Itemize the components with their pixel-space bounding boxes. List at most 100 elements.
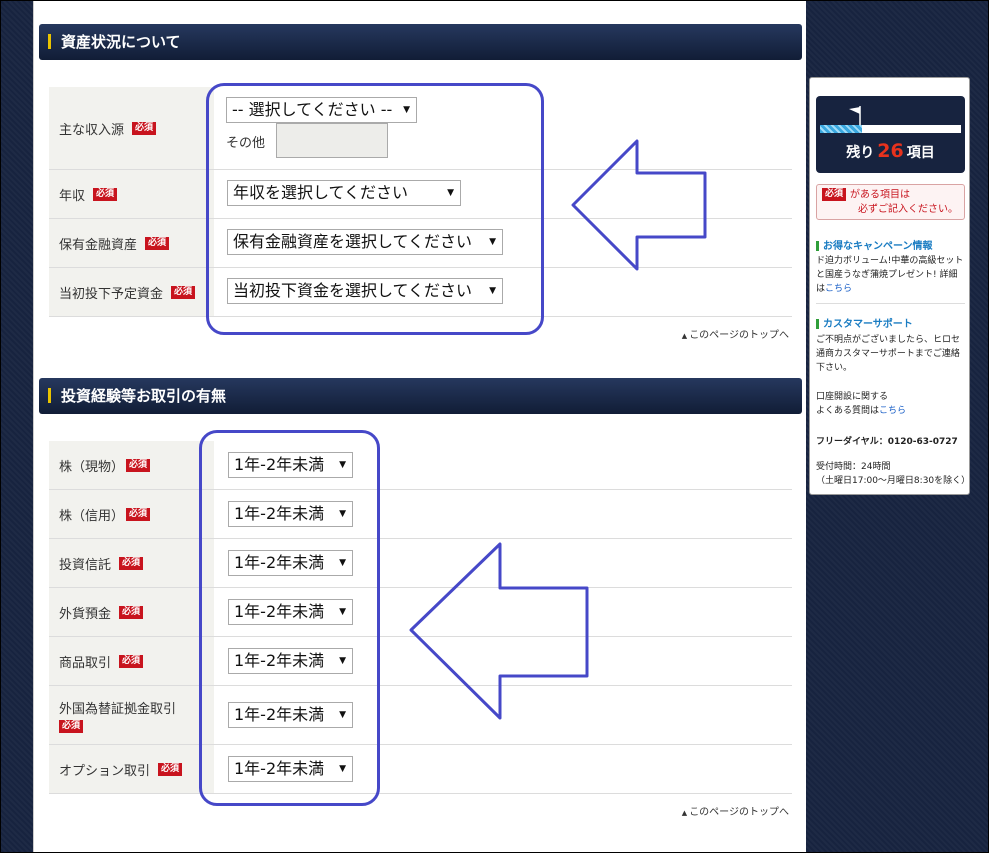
up-triangle-icon: ▲ [681, 332, 688, 340]
required-badge: 必須 [158, 762, 183, 776]
form-row-financial-assets: 保有金融資産 必須 保有金融資産を選択してください ▼ [49, 219, 792, 268]
field-label: 株（信用） 必須 [49, 490, 214, 538]
dropdown-arrow-icon: ▼ [489, 286, 496, 296]
required-badge: 必須 [119, 556, 144, 570]
required-badge: 必須 [126, 458, 151, 472]
foreign-deposit-select[interactable]: 1年-2年未満 ▼ [228, 599, 353, 625]
required-badge: 必須 [822, 188, 847, 201]
label-text: 当初投下予定資金 [59, 286, 164, 302]
dropdown-arrow-icon: ▼ [339, 558, 346, 568]
required-badge: 必須 [126, 507, 151, 521]
required-note-line1: がある項目は [850, 189, 911, 201]
field-label: 投資信託 必須 [49, 539, 214, 587]
page-top-text: このページのトップへ [689, 330, 789, 341]
options-select[interactable]: 1年-2年未満 ▼ [228, 756, 353, 782]
header-accent-bar [48, 34, 51, 49]
other-income-input[interactable] [276, 123, 388, 158]
form-row-investment-trust: 投資信託 必須 1年-2年未満 ▼ [49, 539, 792, 588]
form-row-options: オプション取引 必須 1年-2年未満 ▼ [49, 745, 792, 794]
campaign-text: ド迫力ボリューム!中華の高級セットと国産うなぎ蒲焼プレゼント! 詳細はこちら [816, 254, 966, 296]
required-badge: 必須 [93, 187, 118, 201]
dropdown-arrow-icon: ▼ [339, 710, 346, 720]
label-text: 保有金融資産 [59, 237, 138, 253]
select-value: 1年-2年未満 [234, 504, 325, 523]
heading-mark [816, 241, 819, 251]
select-value: 1年-2年未満 [234, 553, 325, 572]
financial-assets-select[interactable]: 保有金融資産を選択してください ▼ [227, 229, 503, 255]
remaining-count: 残り 26 項目 [816, 140, 965, 162]
select-value: 当初投下資金を選択してください [233, 281, 473, 300]
field-label: 外貨預金 必須 [49, 588, 214, 636]
other-label: その他 [226, 136, 266, 151]
required-badge: 必須 [171, 285, 196, 299]
form-row-foreign-deposit: 外貨預金 必須 1年-2年未満 ▼ [49, 588, 792, 637]
field-label: 保有金融資産 必須 [49, 219, 214, 267]
label-text: 外貨預金 [59, 606, 112, 622]
select-value: 1年-2年未満 [234, 602, 325, 621]
dropdown-arrow-icon: ▼ [447, 188, 454, 198]
main-content: 資産状況について 主な収入源 必須 -- 選択してください -- ▼ その他 年… [33, 0, 806, 853]
dropdown-arrow-icon: ▼ [339, 764, 346, 774]
label-text: 主な収入源 [59, 122, 125, 138]
faq-link[interactable]: こちら [879, 406, 906, 416]
select-value: 保有金融資産を選択してください [233, 232, 473, 251]
faq-text: 口座開設に関する よくある質問はこちら [816, 390, 966, 418]
faq-body: 口座開設に関する よくある質問は [816, 392, 889, 416]
page-top-link[interactable]: ▲ このページのトップへ [682, 326, 789, 341]
stock-cash-select[interactable]: 1年-2年未満 ▼ [228, 452, 353, 478]
dropdown-arrow-icon: ▼ [339, 607, 346, 617]
sidebar-panel: 残り 26 項目 必須 がある項目は 必ずご記入ください。 お得なキャンペーン情報 ド… [809, 77, 970, 495]
select-value: 1年-2年未満 [234, 651, 325, 670]
commodity-trading-select[interactable]: 1年-2年未満 ▼ [228, 648, 353, 674]
select-value: 年収を選択してください [233, 183, 409, 202]
stock-margin-select[interactable]: 1年-2年未満 ▼ [228, 501, 353, 527]
fx-margin-select[interactable]: 1年-2年未満 ▼ [228, 702, 353, 728]
progress-box: 残り 26 項目 [816, 96, 965, 173]
free-dial: フリーダイヤル：0120-63-0727 [816, 437, 958, 447]
field-label: 年収 必須 [49, 170, 214, 218]
required-note: 必須 がある項目は 必ずご記入ください。 [816, 184, 965, 220]
business-hours: 受付時間：24時間 [816, 462, 891, 472]
campaign-link[interactable]: こちら [825, 284, 852, 294]
support-heading: カスタマーサポート [816, 315, 913, 330]
form-row-stock-cash: 株（現物） 必須 1年-2年未満 ▼ [49, 441, 792, 490]
required-note-line2: 必ずご記入ください。 [858, 203, 958, 215]
section-header-assets: 資産状況について [39, 24, 802, 60]
income-source-select[interactable]: -- 選択してください -- ▼ [226, 97, 417, 123]
required-badge: 必須 [59, 719, 84, 733]
select-value: 1年-2年未満 [234, 705, 325, 724]
label-text: オプション取引 [59, 763, 151, 779]
investment-trust-select[interactable]: 1年-2年未満 ▼ [228, 550, 353, 576]
label-text: 株（信用） [59, 508, 125, 524]
field-label: 商品取引 必須 [49, 637, 214, 685]
header-accent-bar [48, 388, 51, 403]
dropdown-arrow-icon: ▼ [403, 105, 410, 115]
field-label: 株（現物） 必須 [49, 441, 214, 489]
form-row-fx-margin: 外国為替証拠金取引 必須 1年-2年未満 ▼ [49, 686, 792, 745]
label-text: 株（現物） [59, 459, 125, 475]
form-row-initial-investment: 当初投下予定資金 必須 当初投下資金を選択してください ▼ [49, 268, 792, 317]
label-text: 商品取引 [59, 655, 112, 671]
form-row-annual-income: 年収 必須 年収を選択してください ▼ [49, 170, 792, 219]
field-label: 当初投下予定資金 必須 [49, 268, 214, 316]
required-badge: 必須 [119, 654, 144, 668]
business-hours-note: （土曜日17:00〜月曜日8:30を除く） [816, 476, 971, 486]
progress-bar [820, 125, 961, 133]
label-text: 投資信託 [59, 557, 112, 573]
progress-fill [820, 125, 863, 133]
dropdown-arrow-icon: ▼ [339, 656, 346, 666]
remaining-suffix: 項目 [906, 145, 935, 161]
required-badge: 必須 [119, 605, 144, 619]
annual-income-select[interactable]: 年収を選択してください ▼ [227, 180, 461, 206]
page-top-link[interactable]: ▲ このページのトップへ [682, 803, 789, 818]
initial-investment-select[interactable]: 当初投下資金を選択してください ▼ [227, 278, 503, 304]
select-value: -- 選択してください -- [232, 100, 393, 119]
campaign-heading: お得なキャンペーン情報 [816, 237, 933, 252]
flag-icon [849, 106, 861, 127]
form-row-stock-margin: 株（信用） 必須 1年-2年未満 ▼ [49, 490, 792, 539]
select-value: 1年-2年未満 [234, 455, 325, 474]
campaign-heading-text: お得なキャンペーン情報 [823, 241, 933, 252]
dropdown-arrow-icon: ▼ [489, 237, 496, 247]
field-label: 外国為替証拠金取引 必須 [49, 686, 214, 744]
label-text: 年収 [59, 188, 86, 204]
